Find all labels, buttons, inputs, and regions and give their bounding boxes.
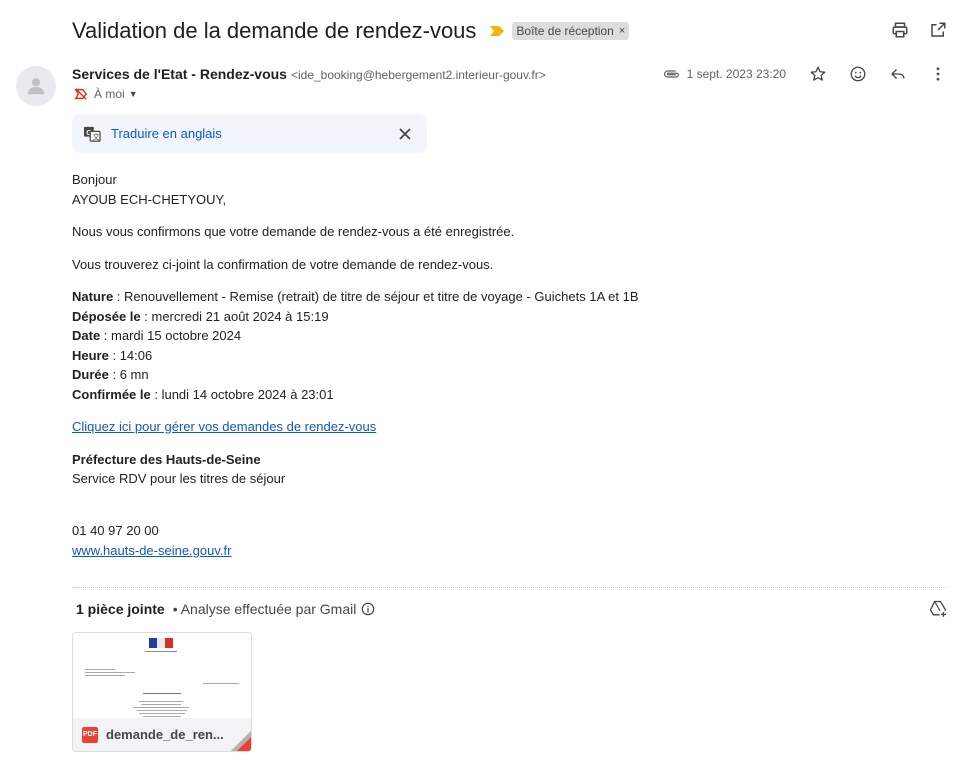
phone-number: 01 40 97 20 00 [72, 522, 159, 538]
greeting-block: Bonjour AYOUB ECH-CHETYOUY, [72, 170, 639, 209]
top-actions [890, 20, 948, 40]
detail-label: Confirmée le [72, 386, 151, 402]
detail-value: : Renouvellement - Remise (retrait) de t… [113, 289, 639, 304]
message-meta: 1 sept. 2023 23:20 [663, 64, 948, 84]
close-icon[interactable] [395, 124, 415, 144]
detail-time: Heure : 14:06 [72, 346, 639, 366]
svg-text:文: 文 [92, 132, 99, 141]
reply-icon[interactable] [888, 64, 908, 84]
manage-appointments-link[interactable]: Cliquez ici pour gérer vos demandes de r… [72, 419, 376, 434]
translate-icon: G文 [84, 126, 101, 142]
attachment-card[interactable]: PDF demande_de_ren... [72, 632, 252, 752]
recipient-text: À moi [94, 87, 125, 101]
recipient-name: AYOUB ECH-CHETYOUY, [72, 191, 227, 207]
website-link[interactable]: www.hauts-de-seine.gouv.fr [72, 543, 231, 558]
detail-value: : mercredi 21 août 2024 à 15:19 [140, 308, 329, 324]
message-actions [808, 64, 948, 84]
message-date: 1 sept. 2023 23:20 [686, 67, 786, 81]
attachment-preview [73, 633, 251, 719]
subject-row: Validation de la demande de rendez-vous … [72, 14, 960, 48]
detail-value: : lundi 14 octobre 2024 à 23:01 [150, 386, 334, 402]
sender-avatar[interactable] [16, 66, 56, 106]
attachment-clip-icon [663, 70, 679, 78]
detail-value: : 6 mn [108, 367, 149, 382]
detail-date: Date : mardi 15 octobre 2024 [72, 326, 639, 346]
open-in-new-window-icon[interactable] [928, 20, 948, 40]
detail-duration: Durée : 6 mn [72, 365, 639, 385]
pdf-icon: PDF [82, 726, 98, 743]
print-icon[interactable] [890, 20, 910, 40]
remove-label-icon[interactable]: × [619, 25, 625, 37]
sender-name[interactable]: Services de l'Etat - Rendez-vous [72, 66, 287, 82]
detail-label: Nature [72, 289, 114, 304]
file-type-corner-icon [231, 731, 251, 751]
detail-label: Déposée le [72, 308, 141, 324]
detail-label: Durée [72, 367, 109, 382]
not-important-icon [74, 88, 88, 100]
sender-email: <ide_booking@hebergement2.interieur-gouv… [290, 68, 546, 82]
person-icon [27, 78, 45, 95]
signature-block: Préfecture des Hauts-de-Seine Service RD… [72, 450, 639, 489]
attachments-header: 1 pièce jointe • Analyse effectuée par G… [76, 601, 375, 617]
inbox-label-text: Boîte de réception [516, 24, 614, 38]
detail-deposited: Déposée le : mercredi 21 août 2024 à 15:… [72, 307, 639, 327]
confirmation-paragraph: Nous vous confirmons que votre demande d… [72, 224, 515, 239]
attachment-footer: PDF demande_de_ren... [73, 718, 251, 751]
detail-label: Date [72, 328, 101, 343]
translate-link[interactable]: Traduire en anglais [111, 126, 222, 141]
emoji-reaction-icon[interactable] [848, 64, 868, 84]
more-options-icon[interactable] [928, 64, 948, 84]
detail-nature: Nature : Renouvellement - Remise (retrai… [72, 287, 639, 307]
detail-value: : 14:06 [108, 347, 153, 363]
scan-status: • Analyse effectuée par Gmail [172, 601, 357, 617]
add-to-drive-icon[interactable] [928, 599, 948, 619]
detail-label: Heure [72, 347, 109, 363]
message-body: Bonjour AYOUB ECH-CHETYOUY, Nous vous co… [72, 170, 639, 561]
importance-marker-icon[interactable] [490, 26, 505, 36]
detail-confirmed: Confirmée le : lundi 14 octobre 2024 à 2… [72, 385, 639, 405]
attachment-count: 1 pièce jointe [76, 601, 165, 617]
star-icon[interactable] [808, 64, 828, 84]
appointment-details: Nature : Renouvellement - Remise (retrai… [72, 287, 639, 404]
info-icon[interactable] [361, 602, 375, 616]
recipient-details-dropdown-icon[interactable]: ▼ [129, 89, 138, 99]
attachment-paragraph: Vous trouverez ci-joint la confirmation … [72, 256, 494, 272]
translate-bar: G文 Traduire en anglais [72, 114, 427, 153]
greeting-text: Bonjour [72, 172, 117, 187]
attachment-filename: demande_de_ren... [106, 727, 224, 742]
org-service: Service RDV pour les titres de séjour [72, 471, 286, 486]
attachments-divider [72, 587, 946, 588]
email-subject: Validation de la demande de rendez-vous [72, 18, 477, 43]
sender-line: Services de l'Etat - Rendez-vous <ide_bo… [72, 66, 546, 82]
recipient-line[interactable]: À moi ▼ [74, 87, 138, 101]
inbox-label-chip[interactable]: Boîte de réception × [512, 22, 630, 40]
detail-value: : mardi 15 octobre 2024 [100, 328, 242, 343]
org-name: Préfecture des Hauts-de-Seine [72, 451, 261, 467]
